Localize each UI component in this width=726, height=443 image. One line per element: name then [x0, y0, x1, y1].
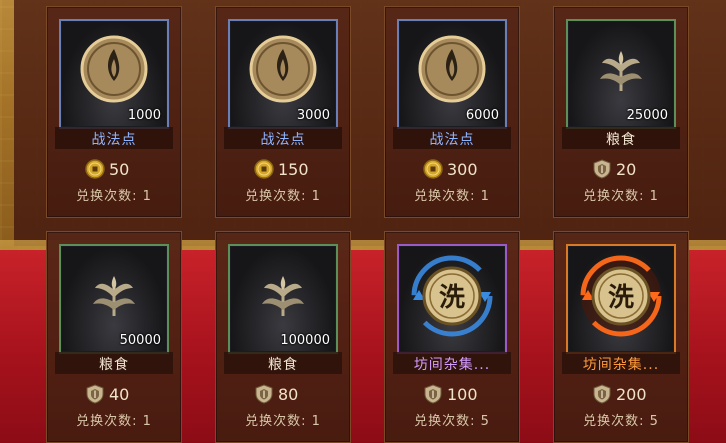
svg-text:洗: 洗: [608, 283, 634, 313]
shop-card-grain-100000[interactable]: 100000 粮食 80 兑换次数: 1: [215, 231, 351, 443]
shop-card-tactic-points-6000[interactable]: 6000 战法点 300 兑换次数: 1: [384, 6, 520, 218]
cost-row: 40: [47, 384, 181, 406]
exchange-limit: 兑换次数: 1: [216, 410, 350, 429]
exchange-limit-label: 兑换次数:: [76, 189, 138, 204]
item-quantity: 100000: [280, 333, 330, 348]
exchange-limit: 兑换次数: 1: [554, 185, 688, 204]
exchange-limit-label: 兑换次数:: [245, 414, 307, 429]
item-frame: 洗: [566, 244, 676, 354]
exchange-limit-label: 兑换次数:: [583, 414, 645, 429]
copper-coin-icon: [423, 159, 443, 179]
exchange-limit: 兑换次数: 5: [554, 410, 688, 429]
cost-row: 50: [47, 159, 181, 181]
item-frame: 6000: [397, 19, 507, 129]
shop-card-tactic-points-1000[interactable]: 1000 战法点 50 兑换次数: 1: [46, 6, 182, 218]
exchange-limit-value: 5: [480, 414, 490, 429]
cost-value: 20: [616, 160, 637, 179]
shop-card-misc-collection-purple[interactable]: 洗 坊间杂集... 100 兑换次数: 5: [384, 231, 520, 443]
exchange-limit-value: 1: [311, 414, 321, 429]
shield-token-icon: [86, 384, 104, 404]
item-frame: 100000: [228, 244, 338, 354]
item-name: 粮食: [99, 357, 129, 373]
exchange-limit: 兑换次数: 1: [385, 185, 519, 204]
item-name: 坊间杂集...: [582, 357, 660, 373]
cost-row: 150: [216, 159, 350, 181]
item-quantity: 6000: [465, 108, 499, 123]
exchange-limit: 兑换次数: 5: [385, 410, 519, 429]
copper-coin-icon: [254, 159, 274, 179]
exchange-limit: 兑换次数: 1: [47, 185, 181, 204]
wash-token-icon: 洗: [580, 255, 662, 337]
exchange-limit-label: 兑换次数:: [414, 414, 476, 429]
exchange-limit-value: 1: [649, 189, 659, 204]
wash-token-icon: 洗: [411, 255, 493, 337]
shop-card-misc-collection-orange[interactable]: 洗 坊间杂集... 200 兑换次数: 5: [553, 231, 689, 443]
shop-card-grain-25000[interactable]: 25000 粮食 20 兑换次数: 1: [553, 6, 689, 218]
item-name: 战法点: [260, 132, 306, 148]
item-frame: 1000: [59, 19, 169, 129]
item-frame: 洗: [397, 244, 507, 354]
svg-text:洗: 洗: [439, 283, 465, 313]
cost-value: 50: [109, 160, 130, 179]
item-quantity: 1000: [127, 108, 161, 123]
exchange-limit-value: 1: [142, 189, 152, 204]
exchange-limit-label: 兑换次数:: [414, 189, 476, 204]
cost-value: 150: [278, 160, 309, 179]
exchange-limit-value: 5: [649, 414, 659, 429]
cost-row: 20: [554, 159, 688, 181]
cost-value: 80: [278, 385, 299, 404]
cost-row: 300: [385, 159, 519, 181]
item-quantity: 50000: [119, 333, 161, 348]
exchange-limit: 兑换次数: 1: [216, 185, 350, 204]
exchange-limit-value: 1: [480, 189, 490, 204]
cost-row: 200: [554, 384, 688, 406]
cost-value: 100: [447, 385, 478, 404]
exchange-limit: 兑换次数: 1: [47, 410, 181, 429]
cost-value: 40: [109, 385, 130, 404]
item-frame: 25000: [566, 19, 676, 129]
exchange-limit-label: 兑换次数:: [245, 189, 307, 204]
item-frame: 3000: [228, 19, 338, 129]
shield-token-icon: [255, 384, 273, 404]
item-name: 战法点: [91, 132, 137, 148]
item-quantity: 25000: [626, 108, 668, 123]
exchange-limit-value: 1: [142, 414, 152, 429]
shield-token-icon: [593, 384, 611, 404]
cost-row: 80: [216, 384, 350, 406]
item-name: 战法点: [429, 132, 475, 148]
item-name: 坊间杂集...: [413, 357, 491, 373]
cost-value: 200: [616, 385, 647, 404]
item-quantity: 3000: [296, 108, 330, 123]
shield-token-icon: [424, 384, 442, 404]
cost-row: 100: [385, 384, 519, 406]
item-name: 粮食: [268, 357, 298, 373]
exchange-limit-value: 1: [311, 189, 321, 204]
exchange-limit-label: 兑换次数:: [76, 414, 138, 429]
copper-coin-icon: [85, 159, 105, 179]
shop-card-tactic-points-3000[interactable]: 3000 战法点 150 兑换次数: 1: [215, 6, 351, 218]
exchange-limit-label: 兑换次数:: [583, 189, 645, 204]
item-frame: 50000: [59, 244, 169, 354]
cost-value: 300: [447, 160, 478, 179]
item-name: 粮食: [606, 132, 636, 148]
shop-card-grain-50000[interactable]: 50000 粮食 40 兑换次数: 1: [46, 231, 182, 443]
shield-token-icon: [593, 159, 611, 179]
